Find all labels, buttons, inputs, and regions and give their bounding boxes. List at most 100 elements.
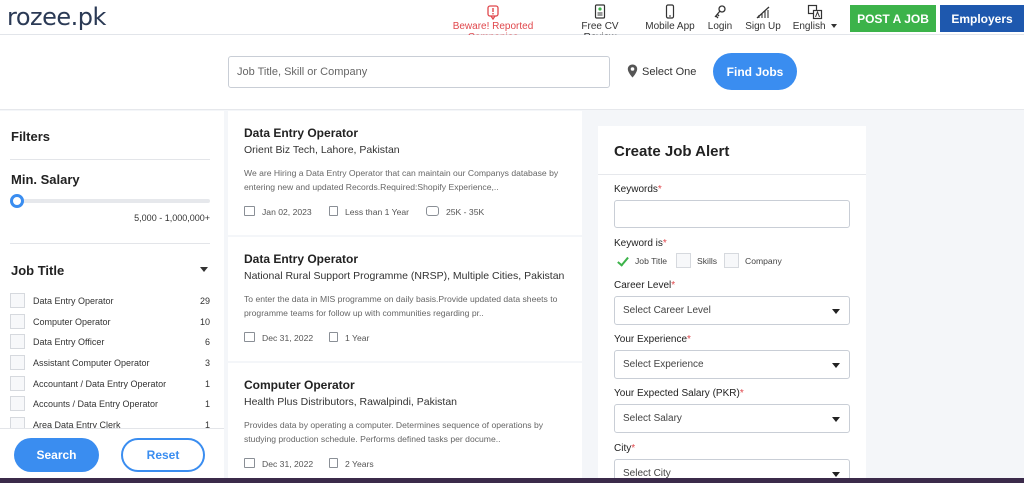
nav-label: English [792, 21, 826, 32]
top-navbar: rozee.pk Beware! Reported Companies Free… [0, 0, 1024, 43]
calendar-icon [244, 206, 255, 216]
job-alert-heading: Create Job Alert [614, 143, 730, 160]
job-company[interactable]: Health Plus Distributors, Rawalpindi, Pa… [244, 396, 457, 408]
nav-mobile-app[interactable]: Mobile App [642, 2, 698, 34]
filter-label: Accountant / Data Entry Operator [33, 378, 167, 389]
job-date: Dec 31, 2022 [262, 333, 314, 343]
filter-count: 1 [204, 378, 210, 389]
reset-button[interactable]: Reset [121, 438, 205, 472]
experience-label: Your Experience* [614, 334, 691, 345]
expected-salary-select[interactable]: Select Salary [614, 404, 850, 433]
career-level-label: Career Level* [614, 280, 676, 291]
checkbox[interactable] [10, 313, 25, 329]
job-title-filter-list: Data Entry Operator 29 Computer Operator 1… [10, 292, 210, 437]
job-card[interactable]: Computer Operator Health Plus Distributo… [228, 363, 582, 483]
post-a-job-button[interactable]: POST A JOB [850, 5, 936, 32]
job-title-filter-item[interactable]: Data Entry Officer 6 [10, 333, 210, 354]
caret-down-icon[interactable] [200, 267, 208, 272]
divider [10, 159, 210, 160]
salary-icon [426, 206, 439, 216]
job-salary: 25K - 35K [446, 207, 485, 217]
chevron-down-icon [832, 472, 840, 477]
chevron-down-icon [831, 24, 838, 28]
job-title-filter-item[interactable]: Assistant Computer Operator 3 [10, 354, 210, 375]
experience-select[interactable]: Select Experience [614, 350, 850, 379]
job-experience: Less than 1 Year [345, 207, 410, 217]
location-label: Select One [642, 66, 697, 78]
min-salary-heading: Min. Salary [11, 172, 80, 187]
job-description: Provides data by operating a computer. D… [244, 420, 544, 444]
location-select[interactable]: Select One [627, 64, 696, 78]
salary-range-label: 5,000 - 1,000,000+ [134, 213, 210, 223]
employers-button[interactable]: Employers [940, 5, 1024, 32]
keyword-option-skills[interactable]: Skills [676, 253, 717, 268]
nav-label: Sign Up [745, 21, 781, 32]
nav-language-select[interactable]: English [790, 2, 840, 34]
filter-label: Data Entry Officer [33, 337, 105, 348]
checkbox-checked[interactable] [614, 253, 629, 268]
briefcase-icon [329, 458, 338, 468]
alert-icon [487, 5, 499, 20]
nav-reported-companies[interactable]: Beware! Reported Companies [428, 2, 558, 43]
filter-label: Assistant Computer Operator [33, 358, 150, 369]
keywords-input[interactable] [614, 200, 850, 228]
nav-sign-up[interactable]: Sign Up [744, 2, 782, 34]
briefcase-icon [329, 206, 338, 216]
search-input[interactable] [228, 56, 610, 88]
job-title-filter-item[interactable]: Accounts / Data Entry Operator 1 [10, 395, 210, 416]
filter-count: 6 [204, 337, 210, 348]
nav-label: Login [707, 21, 733, 32]
calendar-icon [244, 332, 255, 342]
chevron-down-icon [832, 363, 840, 368]
job-results-list: Data Entry Operator Orient Biz Tech, Lah… [228, 111, 582, 483]
job-title-filter-item[interactable]: Computer Operator 10 [10, 313, 210, 334]
site-logo[interactable]: rozee.pk [7, 3, 106, 31]
nav-login[interactable]: Login [703, 2, 737, 34]
job-card[interactable]: Data Entry Operator National Rural Suppo… [228, 237, 582, 361]
job-title[interactable]: Data Entry Operator [244, 252, 358, 266]
job-company[interactable]: Orient Biz Tech, Lahore, Pakistan [244, 144, 400, 156]
checkbox[interactable] [676, 253, 691, 268]
salary-slider-handle[interactable] [10, 194, 24, 208]
checkbox[interactable] [724, 253, 739, 268]
divider [598, 174, 866, 175]
nav-free-cv-review[interactable]: Free CV Review [566, 2, 634, 43]
job-title-filter-item[interactable]: Data Entry Operator 29 [10, 292, 210, 313]
city-label: City* [614, 443, 636, 454]
keyword-option-company[interactable]: Company [724, 253, 782, 268]
salary-slider-track[interactable] [12, 199, 210, 203]
job-company[interactable]: National Rural Support Programme (NRSP),… [244, 270, 564, 282]
career-level-select[interactable]: Select Career Level [614, 296, 850, 325]
filter-count: 1 [204, 399, 210, 410]
job-title-filter-item[interactable]: Accountant / Data Entry Operator 1 [10, 375, 210, 396]
job-title[interactable]: Computer Operator [244, 378, 355, 392]
filter-label: Data Entry Operator [33, 296, 114, 306]
keywords-label: Keywords* [614, 184, 662, 195]
keyword-option-job-title[interactable]: Job Title [614, 253, 667, 268]
checkbox[interactable] [10, 293, 25, 308]
checkbox[interactable] [10, 396, 25, 412]
find-jobs-button[interactable]: Find Jobs [713, 53, 797, 90]
job-experience: 1 Year [345, 333, 370, 343]
filter-label: Accounts / Data Entry Operator [33, 399, 159, 410]
cv-icon [594, 4, 606, 19]
checkbox[interactable] [10, 355, 25, 371]
checkbox[interactable] [10, 334, 25, 350]
filters-sidebar: Filters Min. Salary 5,000 - 1,000,000+ J… [0, 111, 224, 483]
checkbox[interactable] [10, 375, 25, 391]
mobile-icon [665, 4, 675, 19]
chevron-down-icon [832, 417, 840, 422]
job-card[interactable]: Data Entry Operator Orient Biz Tech, Lah… [228, 111, 582, 235]
filters-heading: Filters [11, 129, 51, 144]
divider [10, 243, 210, 244]
briefcase-icon [329, 332, 338, 342]
search-button[interactable]: Search [14, 438, 99, 472]
filter-actions: Search Reset [0, 428, 224, 483]
signup-icon [756, 6, 770, 19]
job-alert-form: Create Job Alert Keywords* Keyword is* J… [598, 126, 866, 483]
key-icon [714, 5, 726, 19]
job-title-filter-heading[interactable]: Job Title [11, 263, 64, 278]
filter-label: Computer Operator [33, 316, 111, 327]
filter-count: 10 [199, 316, 210, 327]
job-title[interactable]: Data Entry Operator [244, 126, 358, 140]
